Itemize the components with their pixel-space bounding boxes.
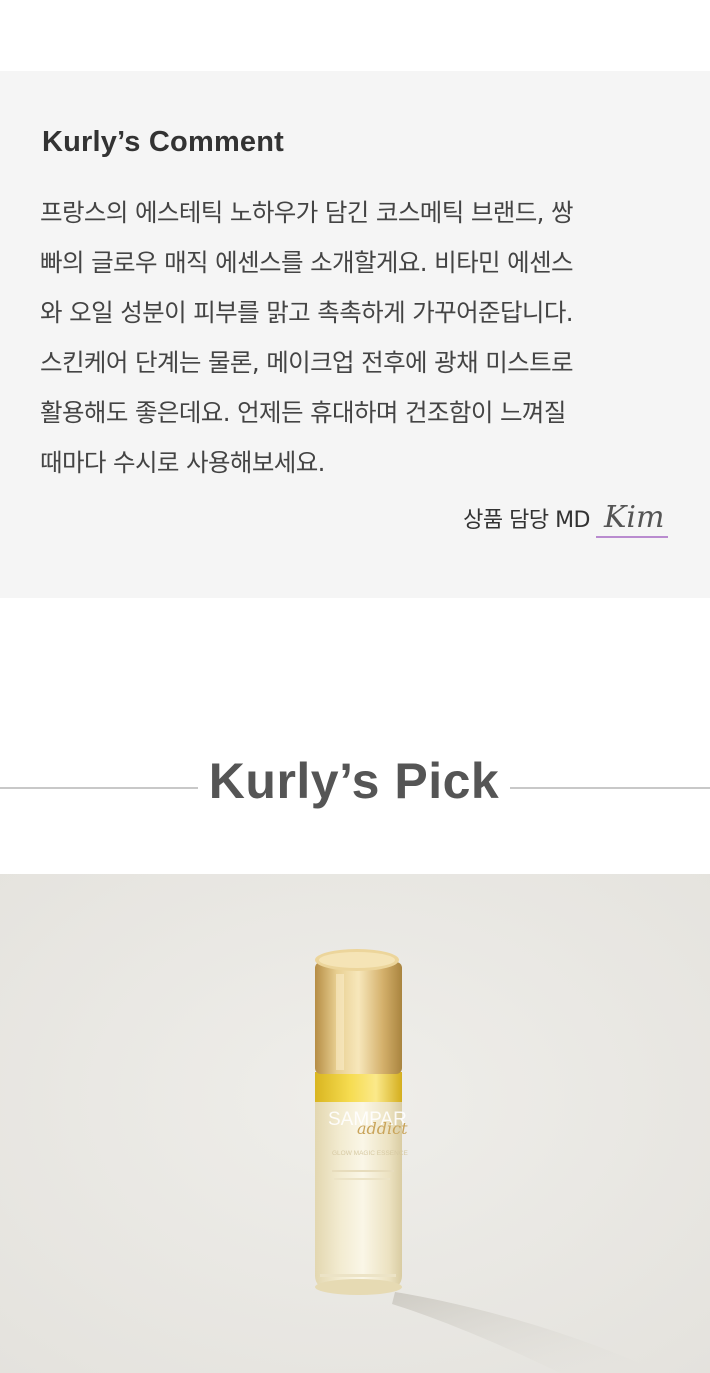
product-name-text: GLOW MAGIC ESSENCE — [332, 1150, 409, 1157]
comment-line: 빠의 글로우 매직 에센스를 소개할게요. 비타민 에센스 — [40, 248, 574, 277]
md-signature: 상품 담당 MD Kim — [463, 500, 668, 538]
divider-left — [0, 787, 198, 789]
comment-line: 프랑스의 에스테틱 노하우가 담긴 코스메틱 브랜드, 쌍 — [40, 198, 574, 227]
comment-line: 때마다 수시로 사용해보세요. — [40, 448, 325, 477]
product-photo-illustration: SAMPAR addict GLOW MAGIC ESSENCE — [0, 874, 710, 1373]
signature-role: 상품 담당 MD — [463, 508, 590, 533]
comment-line: 활용해도 좋은데요. 언제든 휴대하며 건조함이 느껴질 — [40, 398, 566, 427]
comment-line: 스킨케어 단계는 물론, 메이크업 전후에 광채 미스트로 — [40, 348, 574, 377]
kurly-pick-header: Kurly’s Pick — [0, 740, 710, 836]
product-script-text: addict — [357, 1119, 408, 1138]
divider-right — [510, 787, 710, 789]
comment-body: 프랑스의 에스테틱 노하우가 담긴 코스메틱 브랜드, 쌍 빠의 글로우 매직 … — [40, 188, 675, 488]
comment-title: Kurly’s Comment — [42, 126, 285, 158]
product-image: SAMPAR addict GLOW MAGIC ESSENCE — [0, 874, 710, 1373]
comment-line: 와 오일 성분이 피부를 맑고 촉촉하게 가꾸어준답니다. — [40, 298, 574, 327]
signature-name: Kim — [596, 500, 668, 538]
pick-title: Kurly’s Pick — [208, 753, 500, 809]
